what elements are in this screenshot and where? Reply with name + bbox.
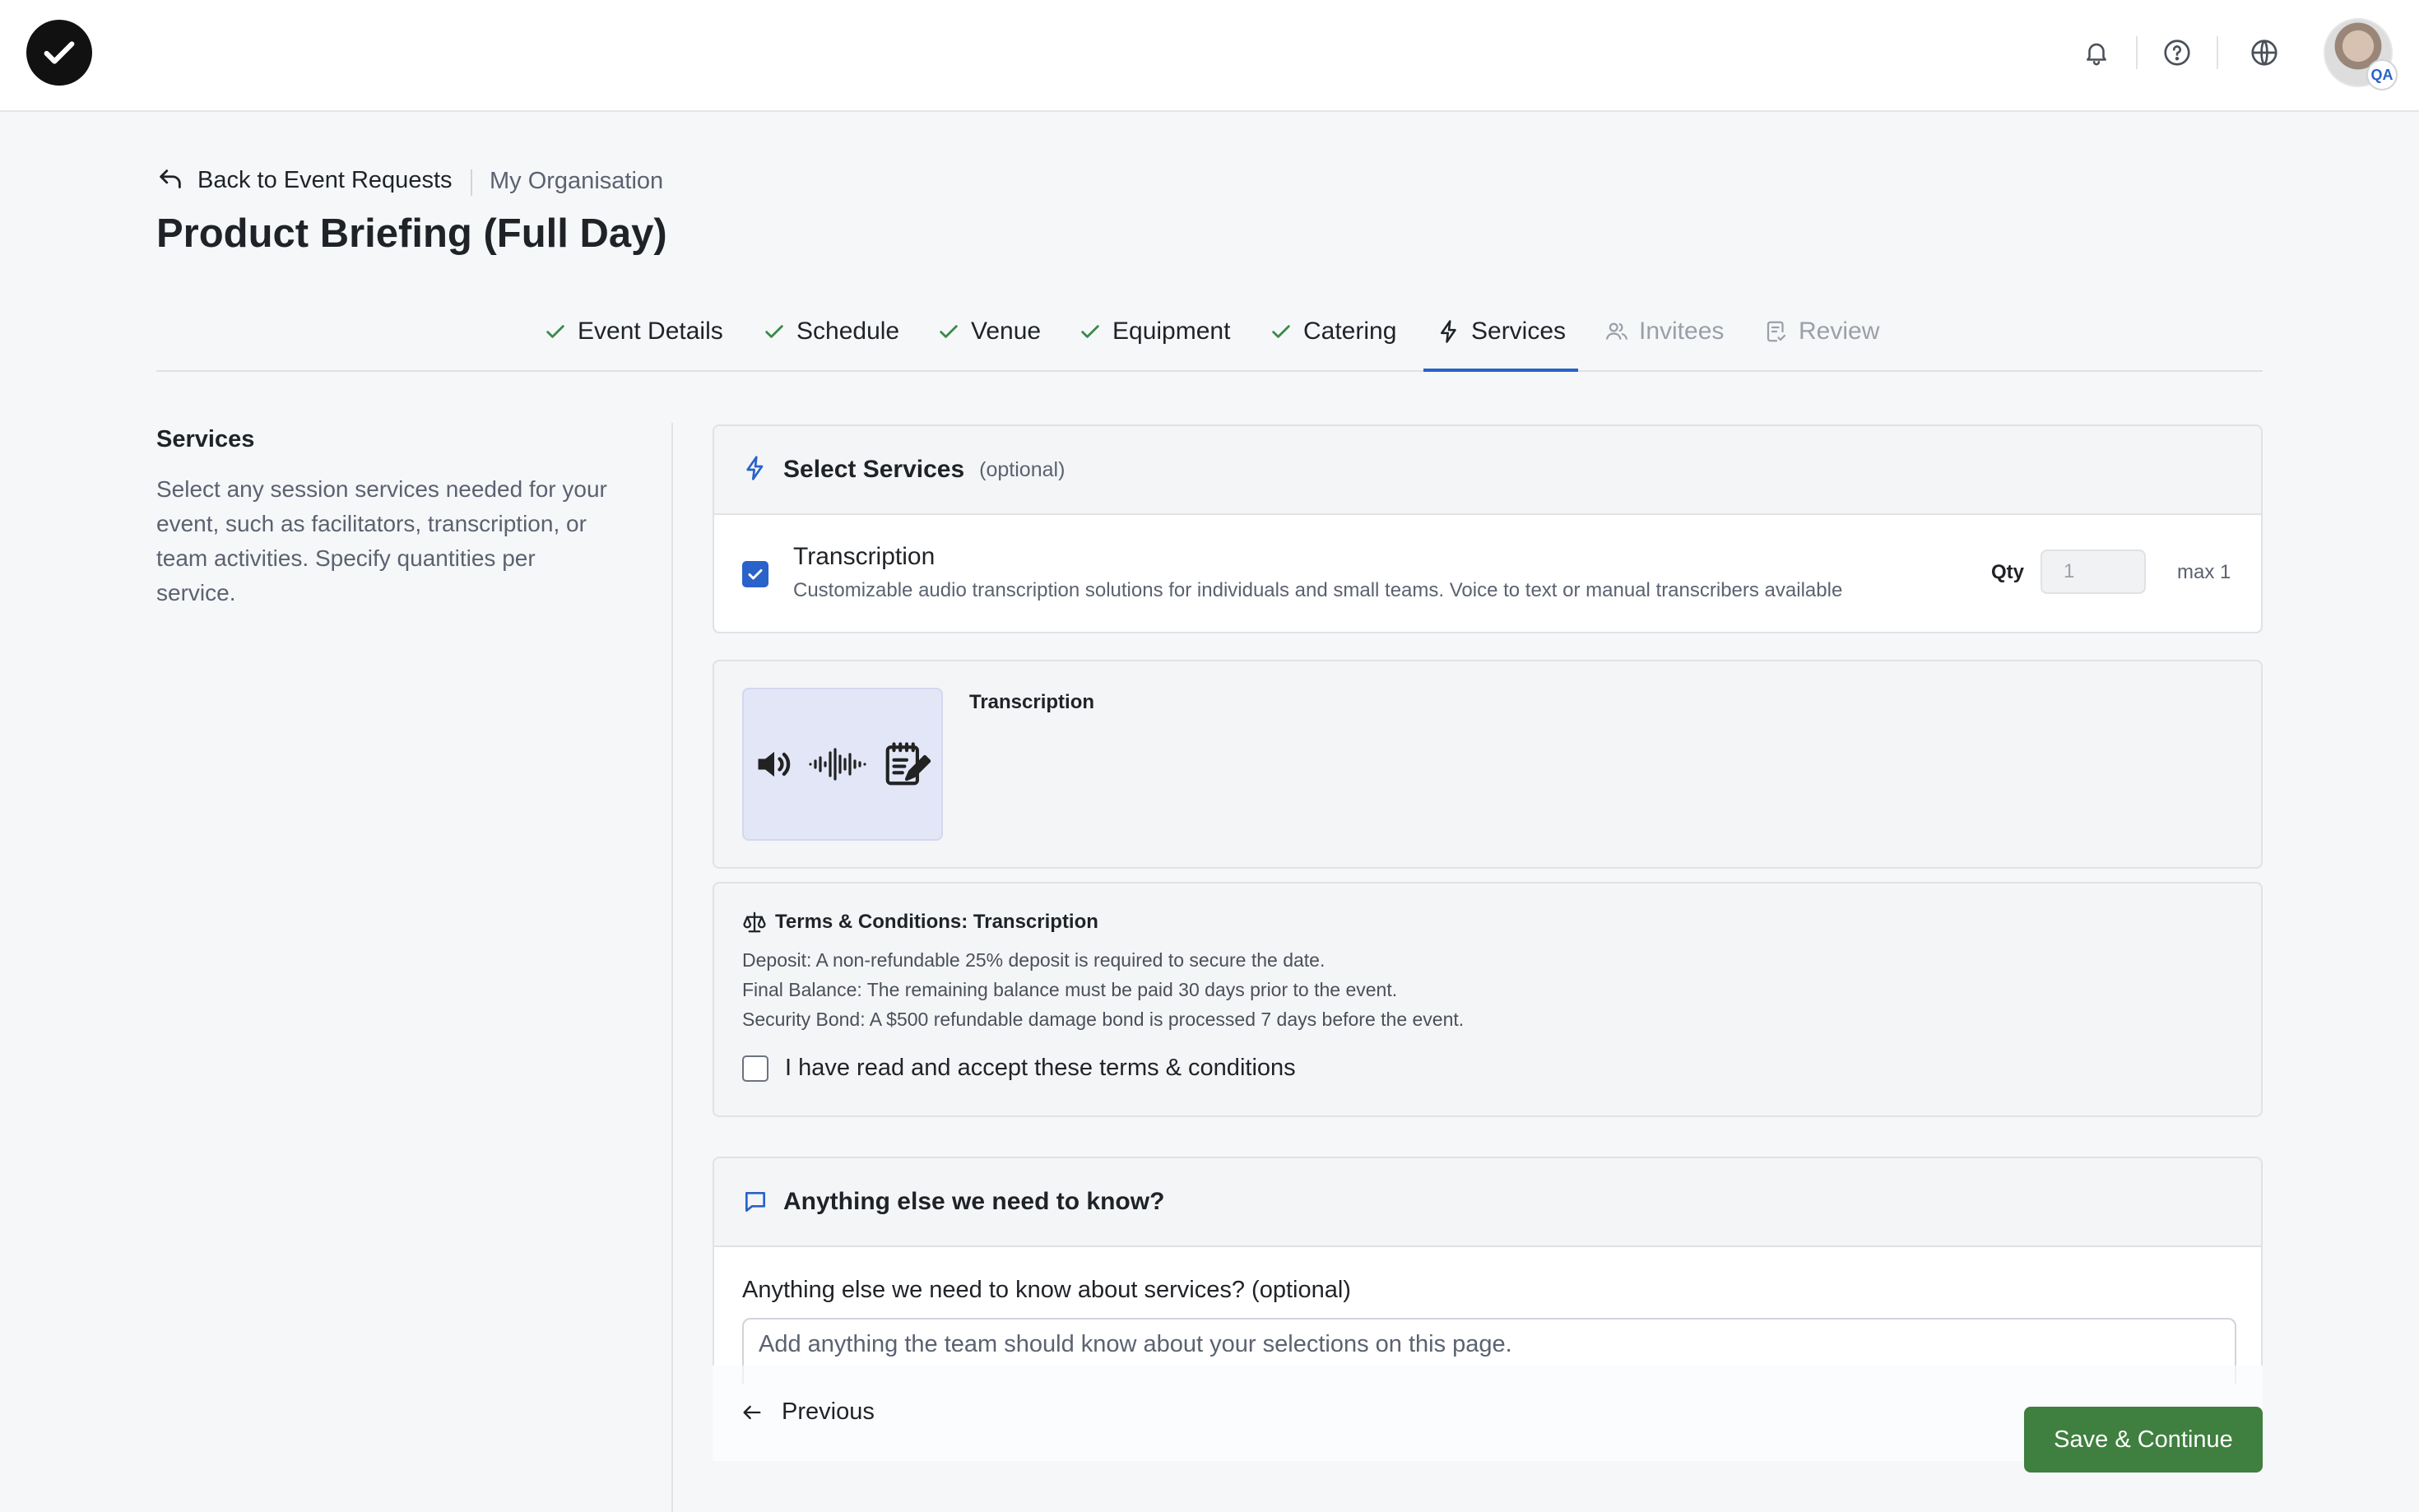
select-services-card: Select Services (optional) Transcription…: [713, 424, 2263, 633]
back-link[interactable]: Back to Event Requests: [156, 166, 453, 194]
previous-label: Previous: [782, 1398, 875, 1425]
qty-max: max 1: [2177, 561, 2231, 583]
review-icon: [1764, 319, 1789, 344]
tab-event-details[interactable]: Event Details: [543, 318, 723, 372]
service-row: Transcription Customizable audio transcr…: [714, 515, 2261, 632]
step-tabs: Event Details Schedule Venue Equipment C…: [156, 311, 2263, 372]
tab-equipment[interactable]: Equipment: [1078, 318, 1230, 372]
accept-terms-checkbox[interactable]: [742, 1055, 768, 1082]
accept-terms-label: I have read and accept these terms & con…: [785, 1055, 1296, 1081]
notes-title: Anything else we need to know?: [783, 1188, 1165, 1215]
transcription-checkbox[interactable]: [742, 561, 768, 587]
lightning-icon: [1437, 319, 1461, 344]
service-image-card: Transcription: [713, 660, 2263, 869]
notes-body: Anything else we need to know about serv…: [714, 1247, 2261, 1384]
page-title: Product Briefing (Full Day): [156, 211, 667, 256]
terms-header: Terms & Conditions: Transcription: [742, 910, 1098, 935]
users-icon: [1604, 319, 1629, 344]
tab-services[interactable]: Services: [1423, 318, 1578, 372]
check-logo-icon: [44, 41, 75, 64]
optional-tag: (optional): [979, 457, 1066, 481]
terms-line: Deposit: A non-refundable 25% deposit is…: [742, 949, 1326, 971]
tab-label: Schedule: [796, 318, 900, 345]
qty-label: Qty: [1991, 561, 2025, 583]
top-bar: QA: [0, 0, 2419, 112]
previous-button[interactable]: Previous: [741, 1398, 875, 1426]
divider: [2136, 36, 2138, 69]
breadcrumb-org: My Organisation: [490, 168, 664, 194]
check-icon: [936, 319, 961, 344]
tab-catering[interactable]: Catering: [1269, 318, 1396, 372]
check-icon: [543, 319, 568, 344]
notes-header: Anything else we need to know?: [714, 1158, 2261, 1247]
select-services-header: Select Services (optional): [714, 426, 2261, 515]
section-title: Services: [156, 426, 255, 452]
check-icon: [1269, 319, 1293, 344]
tab-label: Services: [1471, 318, 1567, 345]
tab-label: Invitees: [1639, 318, 1725, 345]
check-icon: [1078, 319, 1103, 344]
notes-label: Anything else we need to know about serv…: [742, 1277, 1351, 1303]
select-services-title: Select Services: [783, 456, 965, 483]
question-circle-icon[interactable]: [2157, 33, 2197, 72]
column-divider: [671, 423, 673, 1512]
scale-icon: [743, 911, 766, 933]
globe-icon[interactable]: [2245, 33, 2284, 72]
section-description: Select any session services needed for y…: [156, 476, 607, 605]
tab-label: Venue: [971, 318, 1042, 345]
speaker-icon: [758, 751, 791, 777]
avatar-badge: QA: [2366, 59, 2398, 90]
notepad-icon: [885, 742, 931, 786]
qty-input[interactable]: 1: [2041, 550, 2146, 594]
tab-label: Event Details: [578, 318, 723, 345]
transcription-image: [742, 688, 943, 841]
soundwave-icon: [809, 748, 866, 781]
terms-line: Security Bond: A $500 refundable damage …: [742, 1009, 1465, 1030]
back-link-label: Back to Event Requests: [197, 166, 453, 193]
terms-title: Terms & Conditions: Transcription: [775, 911, 1098, 933]
form-footer: Previous Save & Continue: [713, 1366, 2263, 1473]
check-icon: [762, 319, 787, 344]
tab-schedule[interactable]: Schedule: [762, 318, 899, 372]
terms-card: Terms & Conditions: Transcription Deposi…: [713, 882, 2263, 1117]
terms-line: Final Balance: The remaining balance mus…: [742, 979, 1398, 1000]
tab-invitees[interactable]: Invitees: [1604, 318, 1724, 372]
chat-icon: [745, 1192, 765, 1212]
tab-label: Catering: [1303, 318, 1397, 345]
back-arrow-icon: [160, 169, 181, 188]
breadcrumb-divider: [471, 169, 472, 196]
service-name: Transcription: [793, 543, 936, 570]
tab-label: Review: [1799, 318, 1880, 345]
accept-terms-row[interactable]: I have read and accept these terms & con…: [742, 1055, 1296, 1082]
tab-venue[interactable]: Venue: [936, 318, 1041, 372]
bell-icon[interactable]: [2077, 33, 2116, 72]
notes-card: Anything else we need to know? Anything …: [713, 1157, 2263, 1384]
tab-label: Equipment: [1112, 318, 1231, 345]
service-description: Customizable audio transcription solutio…: [793, 579, 1843, 601]
divider: [2217, 36, 2218, 69]
save-continue-button[interactable]: Save & Continue: [2024, 1407, 2263, 1473]
arrow-left-icon: [743, 1405, 761, 1419]
service-image-label: Transcription: [969, 691, 1095, 713]
lightning-icon: [742, 455, 768, 485]
checkmark-icon: [748, 569, 763, 580]
tab-review[interactable]: Review: [1764, 318, 1879, 372]
app-logo[interactable]: [26, 20, 92, 86]
